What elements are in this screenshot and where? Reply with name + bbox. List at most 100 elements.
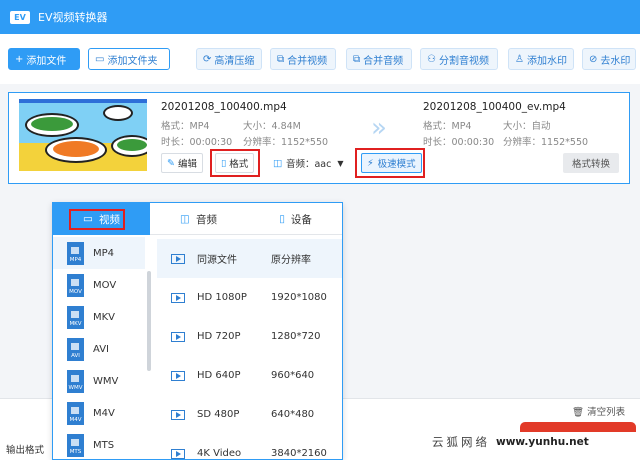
format-item-mkv[interactable]: MKV MKV <box>53 301 145 333</box>
format-item-mts[interactable]: MTS MTS <box>53 429 145 459</box>
hd-compress-label: 高清压缩 <box>214 55 255 67</box>
resolution-name: 同源文件 <box>197 255 237 266</box>
resolution-item[interactable]: HD 1080P 1920*1080 <box>157 278 342 317</box>
output-format: 格式：MP4 <box>423 121 472 132</box>
resolution-value: 3840*2160 <box>271 448 327 459</box>
format-label: M4V <box>93 407 115 419</box>
merge-video-icon: ⧉ <box>277 53 285 65</box>
hd-compress-button[interactable]: ⟳ 高清压缩 <box>196 48 262 70</box>
file-card[interactable]: 20201208_100400.mp4 格式：MP4 大小：4.84M 时长：0… <box>8 92 630 184</box>
audio-select[interactable]: ◫ 音频：aac ▼ <box>273 153 359 173</box>
resolution-item[interactable]: 同源文件 原分辨率 <box>157 239 342 278</box>
edit-icon: ✎ <box>167 157 175 169</box>
title-bar: EV EV视频转换器 <box>0 0 640 34</box>
format-item-m4v[interactable]: M4V M4V <box>53 397 145 429</box>
highlight-box <box>355 148 425 178</box>
resolution-item[interactable]: HD 640P 960*640 <box>157 356 342 395</box>
resolution-name: HD 640P <box>197 370 241 381</box>
resolution-value: 1920*1080 <box>271 292 327 303</box>
add-folder-button[interactable]: ▭ 添加文件夹 <box>88 48 170 70</box>
site-watermark: 云狐网络 www.yunhu.net <box>432 430 636 454</box>
mp4-icon: MP4 <box>67 241 84 265</box>
plus-icon: + <box>15 53 24 65</box>
clear-list-button[interactable]: 🗑 清空列表 <box>572 404 625 418</box>
play-icon <box>171 370 185 381</box>
convert-button[interactable]: 格式转换 <box>563 153 619 173</box>
add-file-button[interactable]: + 添加文件 <box>8 48 80 70</box>
format-scrollbar[interactable] <box>147 271 151 371</box>
merge-video-label: 合并视频 <box>287 55 328 67</box>
output-duration: 时长：00:00:30 <box>423 137 495 148</box>
resolution-list: 同源文件 原分辨率 HD 1080P 1920*1080 HD 720P 128… <box>157 235 342 459</box>
audio-value: 音频：aac <box>285 159 332 170</box>
watermark-text: 云狐网络 <box>432 435 490 449</box>
resolution-value: 960*640 <box>271 370 315 381</box>
resolution-name: 4K Video <box>197 448 242 459</box>
mkv-icon: MKV <box>67 305 84 329</box>
format-item-mov[interactable]: MOV MOV <box>53 269 145 301</box>
format-item-mp4[interactable]: MP4 MP4 <box>53 237 145 269</box>
app-logo-icon: EV <box>10 10 30 24</box>
resolution-item[interactable]: 4K Video 3840*2160 <box>157 434 342 459</box>
merge-video-button[interactable]: ⧉ 合并视频 <box>270 48 336 70</box>
edit-button[interactable]: ✎ 编辑 <box>161 153 203 173</box>
play-icon <box>171 292 185 303</box>
merge-audio-button[interactable]: ⧉ 合并音频 <box>346 48 412 70</box>
add-watermark-label: 添加水印 <box>526 55 567 67</box>
device-icon: ▯ <box>279 213 285 225</box>
thumbnail-food <box>31 117 73 131</box>
resolution-value: 640*480 <box>271 409 315 420</box>
remove-watermark-button[interactable]: ⊘ 去水印 <box>582 48 636 70</box>
merge-audio-label: 合并音频 <box>363 55 404 67</box>
format-item-wmv[interactable]: WMV WMV <box>53 365 145 397</box>
split-av-button[interactable]: ⚇ 分割音视频 <box>420 48 498 70</box>
thumbnail-food <box>117 139 147 151</box>
source-duration: 时长：00:00:30 <box>161 137 233 148</box>
tab-device-label: 设备 <box>290 213 312 226</box>
audio-icon: ◫ <box>180 213 190 225</box>
thumbnail-food <box>53 141 99 157</box>
output-file-name: 20201208_100400_ev.mp4 <box>423 101 566 113</box>
format-item-avi[interactable]: AVI AVI <box>53 333 145 365</box>
source-format: 格式：MP4 <box>161 121 210 132</box>
format-dropdown: ▭ 视频 ◫ 音频 ▯ 设备 MP4 MP4 MOV MOV MKV MKV A… <box>52 202 343 460</box>
resolution-name: HD 720P <box>197 331 241 342</box>
format-label: MP4 <box>93 247 115 259</box>
remove-watermark-icon: ⊘ <box>589 53 598 65</box>
chevron-down-icon: ▼ <box>337 158 344 168</box>
add-watermark-button[interactable]: ♙ 添加水印 <box>508 48 574 70</box>
clear-list-label: 清空列表 <box>587 407 626 418</box>
source-size: 大小：4.84M <box>243 121 301 132</box>
m4v-icon: M4V <box>67 401 84 425</box>
compress-icon: ⟳ <box>203 53 212 65</box>
output-format-label: 输出格式 <box>6 445 45 456</box>
trash-icon: 🗑 <box>572 407 585 418</box>
toolbar: + 添加文件 ▭ 添加文件夹 ⟳ 高清压缩 ⧉ 合并视频 ⧉ 合并音频 ⚇ 分割… <box>0 34 640 84</box>
resolution-name: HD 1080P <box>197 292 247 303</box>
resolution-value: 原分辨率 <box>271 255 311 266</box>
mov-icon: MOV <box>67 273 84 297</box>
output-resolution: 分辨率：1152*550 <box>503 137 589 148</box>
source-file-name: 20201208_100400.mp4 <box>161 101 287 113</box>
merge-audio-icon: ⧉ <box>353 53 361 65</box>
output-size: 大小：自动 <box>503 121 551 132</box>
tab-device[interactable]: ▯ 设备 <box>247 203 342 235</box>
tab-audio[interactable]: ◫ 音频 <box>150 203 247 235</box>
format-label: MOV <box>93 279 117 291</box>
resolution-value: 1280*720 <box>271 331 321 342</box>
convert-arrow-icon: » <box>371 113 387 143</box>
app-title: EV视频转换器 <box>38 11 108 24</box>
watermark-icon: ♙ <box>515 53 524 65</box>
highlight-box <box>210 149 260 177</box>
resolution-item[interactable]: SD 480P 640*480 <box>157 395 342 434</box>
wmv-icon: WMV <box>67 369 84 393</box>
split-icon: ⚇ <box>427 53 436 65</box>
thumbnail-plate <box>103 105 133 121</box>
watermark-url: www.yunhu.net <box>496 436 589 448</box>
format-label: WMV <box>93 375 119 387</box>
play-icon <box>171 448 185 459</box>
resolution-name: SD 480P <box>197 409 240 420</box>
resolution-item[interactable]: HD 720P 1280*720 <box>157 317 342 356</box>
mts-icon: MTS <box>67 433 84 457</box>
format-tabs: ▭ 视频 ◫ 音频 ▯ 设备 <box>53 203 342 235</box>
